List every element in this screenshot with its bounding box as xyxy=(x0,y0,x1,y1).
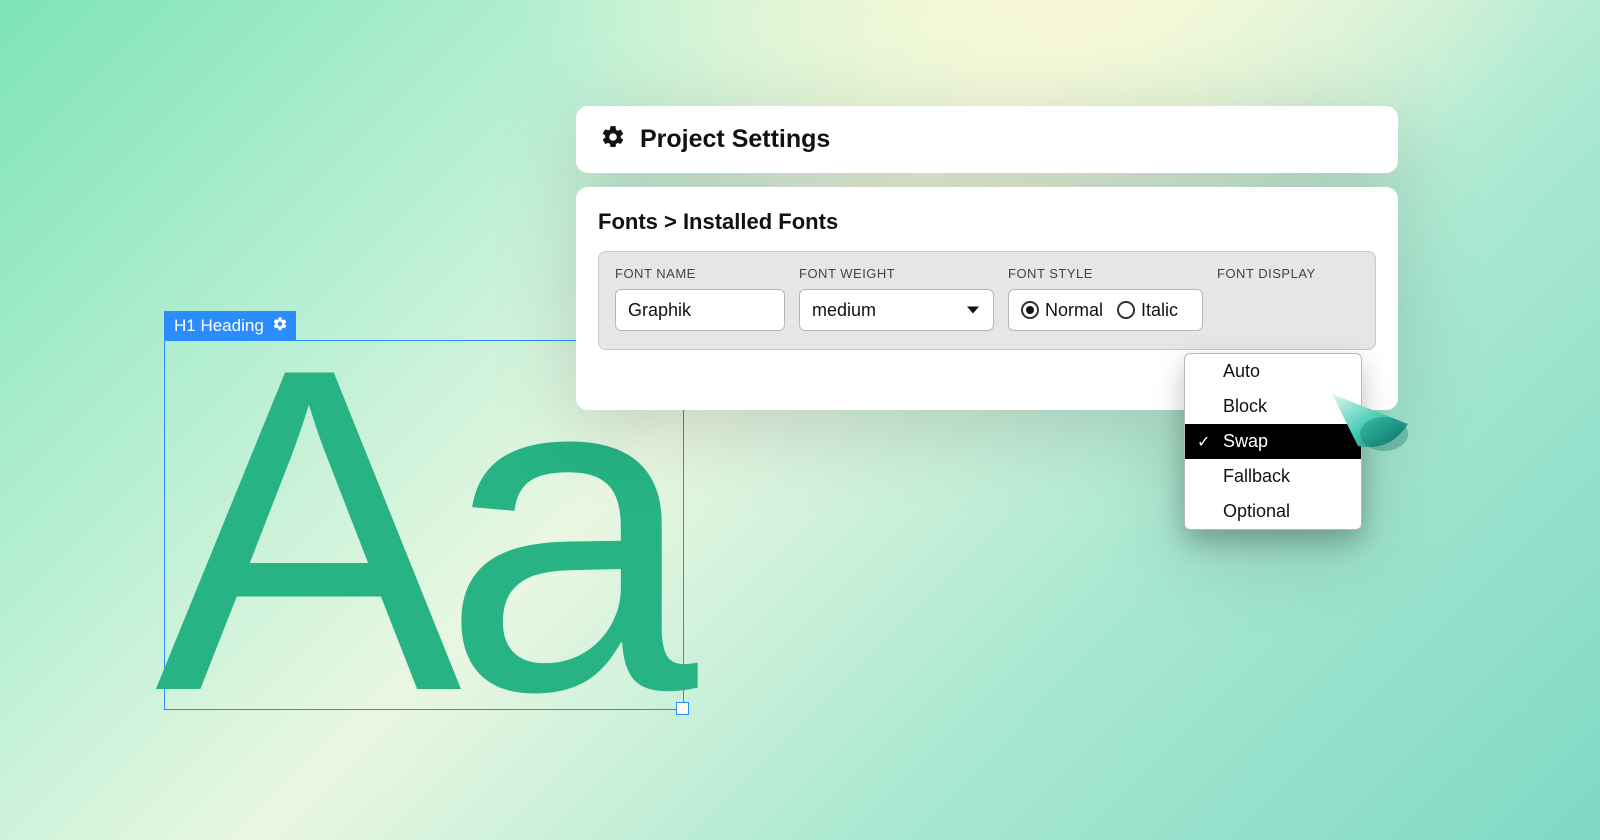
project-settings-panel: Project Settings Fonts > Installed Fonts… xyxy=(576,106,1398,410)
font-display-field: FONT DISPLAY xyxy=(1217,266,1359,331)
radio-icon xyxy=(1021,301,1039,319)
font-style-normal[interactable]: Normal xyxy=(1021,300,1103,321)
element-tag-label: H1 Heading xyxy=(174,316,264,336)
font-style-italic[interactable]: Italic xyxy=(1117,300,1178,321)
font-style-radio-group: Normal Italic xyxy=(1008,289,1203,331)
font-style-label: FONT STYLE xyxy=(1008,266,1203,281)
font-display-option-swap[interactable]: Swap xyxy=(1185,424,1361,459)
element-tag[interactable]: H1 Heading xyxy=(164,311,296,341)
radio-icon xyxy=(1117,301,1135,319)
font-name-field: FONT NAME Graphik xyxy=(615,266,785,331)
gear-icon xyxy=(600,124,626,155)
font-display-option-auto[interactable]: Auto xyxy=(1185,354,1361,389)
font-name-label: FONT NAME xyxy=(615,266,785,281)
font-settings-row: FONT NAME Graphik FONT WEIGHT medium FON… xyxy=(598,251,1376,350)
font-display-option-optional[interactable]: Optional xyxy=(1185,494,1361,529)
font-style-field: FONT STYLE Normal Italic xyxy=(1008,266,1203,331)
panel-body: Fonts > Installed Fonts FONT NAME Graphi… xyxy=(576,187,1398,410)
radio-label: Italic xyxy=(1141,300,1178,321)
font-display-label: FONT DISPLAY xyxy=(1217,266,1359,281)
font-display-option-fallback[interactable]: Fallback xyxy=(1185,459,1361,494)
font-weight-select[interactable]: medium xyxy=(799,289,994,331)
breadcrumb[interactable]: Fonts > Installed Fonts xyxy=(598,209,1376,235)
font-name-input[interactable]: Graphik xyxy=(615,289,785,331)
font-display-option-block[interactable]: Block xyxy=(1185,389,1361,424)
gear-icon[interactable] xyxy=(272,316,288,337)
panel-title: Project Settings xyxy=(640,125,830,154)
panel-header: Project Settings xyxy=(576,106,1398,173)
font-weight-label: FONT WEIGHT xyxy=(799,266,994,281)
font-display-dropdown[interactable]: Auto Block Swap Fallback Optional xyxy=(1184,353,1362,530)
radio-label: Normal xyxy=(1045,300,1103,321)
font-weight-field: FONT WEIGHT medium xyxy=(799,266,994,331)
